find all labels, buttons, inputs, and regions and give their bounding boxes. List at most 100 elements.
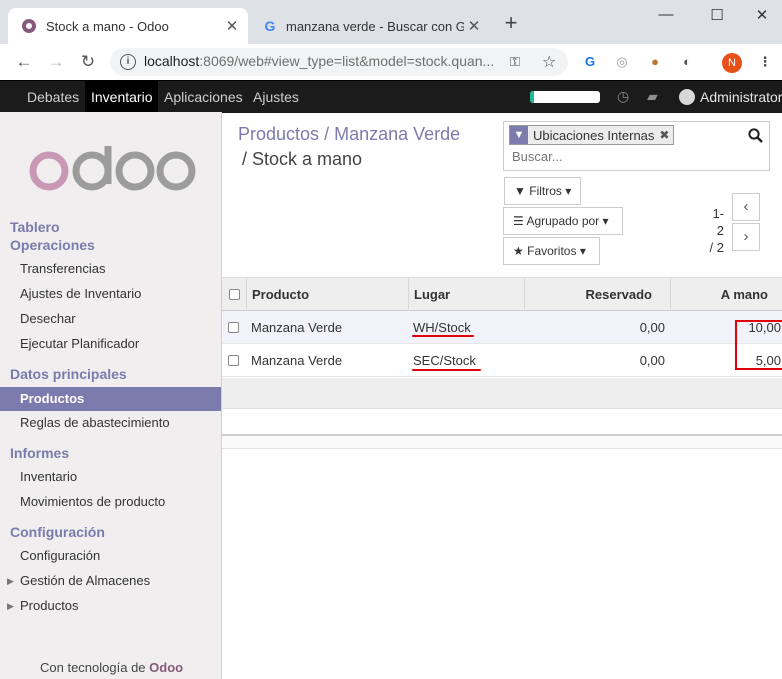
search-input[interactable] <box>510 148 734 165</box>
menu-debates[interactable]: Debates <box>21 81 85 113</box>
close-window-icon[interactable]: ✕ <box>742 6 782 24</box>
chrome-menu-icon[interactable]: ⋮ <box>755 52 775 72</box>
filters-button[interactable]: ▼ Filtros ▾ <box>504 177 582 205</box>
search-facet: ▼ Ubicaciones Internas ✖ <box>509 125 675 145</box>
tab-title: manzana verde - Buscar con Goo <box>286 18 464 34</box>
sidebar-item-configuracion[interactable]: Configuración <box>0 544 221 568</box>
site-info-icon[interactable]: i <box>120 54 136 70</box>
pager-range[interactable]: 1-2 <box>706 205 724 239</box>
breadcrumb-productos[interactable]: Productos <box>238 124 319 144</box>
sidebar-section-datos-principales: Datos principales <box>10 366 127 382</box>
column-header-a-mano[interactable]: A mano <box>672 278 768 311</box>
table-row[interactable]: Manzana Verde WH/Stock 0,00 10,00 <box>222 311 782 344</box>
sidebar-item-inventario[interactable]: Inventario <box>0 465 221 489</box>
back-arrow-icon[interactable]: ← <box>13 51 35 73</box>
menu-inventario[interactable]: Inventario <box>85 81 159 113</box>
sidebar-item-label: Productos <box>20 598 79 613</box>
facet-label: Ubicaciones Internas <box>533 127 655 143</box>
maximize-window-icon[interactable]: ☐ <box>697 6 737 24</box>
tab-title: Stock a mano - Odoo <box>46 18 169 34</box>
sidebar-item-productos-config[interactable]: ▶ Productos <box>0 594 221 618</box>
odoo-logo <box>29 146 196 191</box>
url-text: localhost:8069/web#view_type=list&model=… <box>144 53 494 69</box>
red-underline-annotation <box>412 335 474 337</box>
browser-toolbar: ← → ↻ i localhost:8069/web#view_type=lis… <box>0 44 782 81</box>
sidebar-section-configuracion: Configuración <box>10 524 105 540</box>
odoo-favicon-icon <box>22 19 36 33</box>
sidebar-section-informes: Informes <box>10 445 70 461</box>
groupby-button[interactable]: ☰ Agrupado por ▾ <box>503 207 623 235</box>
url-rest: :8069/web#view_type=list&model=stock.qua… <box>199 53 495 69</box>
groupby-label: Agrupado por <box>526 214 600 228</box>
google-favicon-icon: G <box>264 18 276 34</box>
column-header-reservado[interactable]: Reservado <box>532 278 652 311</box>
breadcrumb-separator: / <box>242 149 253 169</box>
row-checkbox[interactable] <box>228 355 239 366</box>
menu-ajustes[interactable]: Ajustes <box>247 81 305 113</box>
profile-avatar[interactable]: N <box>722 53 742 73</box>
translate-extension-icon[interactable]: G <box>580 52 600 72</box>
sidebar-item-ajustes-inventario[interactable]: Ajustes de Inventario <box>0 282 221 306</box>
row-checkbox[interactable] <box>228 322 239 333</box>
breadcrumb: Productos / Manzana Verde <box>238 124 460 145</box>
column-divider <box>408 278 409 311</box>
minimize-window-icon[interactable]: — <box>646 6 686 23</box>
sidebar-section-operaciones: Operaciones <box>10 237 95 253</box>
new-tab-button[interactable]: + <box>499 12 523 36</box>
sidebar-item-gestion-almacenes[interactable]: ▶ Gestión de Almacenes <box>0 569 221 593</box>
menu-aplicaciones[interactable]: Aplicaciones <box>158 81 249 113</box>
sidebar-item-transferencias[interactable]: Transferencias <box>0 257 221 281</box>
page-title: Stock a mano <box>252 149 363 169</box>
user-avatar[interactable] <box>679 89 695 105</box>
forward-arrow-icon[interactable]: → <box>45 51 67 73</box>
sidebar-item-reglas-abastecimiento[interactable]: Reglas de abastecimiento <box>0 411 221 435</box>
address-bar[interactable]: i localhost:8069/web#view_type=list&mode… <box>110 48 568 76</box>
pager-previous-button[interactable]: ‹ <box>732 193 760 221</box>
sidebar-item-ejecutar-planificador[interactable]: Ejecutar Planificador <box>0 332 221 356</box>
column-divider <box>670 278 671 311</box>
cookie-extension-icon[interactable]: ● <box>645 52 665 72</box>
search-box[interactable]: ▼ Ubicaciones Internas ✖ <box>503 121 770 171</box>
favorites-label: Favoritos <box>527 244 577 258</box>
column-divider <box>246 278 247 311</box>
table-row[interactable]: Manzana Verde SEC/Stock 0,00 5,00 <box>222 344 782 377</box>
remove-facet-icon[interactable]: ✖ <box>659 128 673 142</box>
filter-icon: ▼ <box>514 184 526 198</box>
messages-icon[interactable]: ▰ <box>647 88 658 105</box>
sidebar-item-movimientos-producto[interactable]: Movimientos de producto <box>0 490 221 514</box>
dropdown-caret-icon: ▾ <box>565 184 572 198</box>
column-header-lugar[interactable]: Lugar <box>414 278 450 311</box>
list-empty-row <box>222 378 782 409</box>
close-tab-icon[interactable]: ✕ <box>222 17 242 35</box>
breadcrumb-current: / Stock a mano <box>242 149 362 170</box>
search-icon[interactable] <box>748 128 763 147</box>
breadcrumb-manzana-verde[interactable]: Manzana Verde <box>334 124 460 144</box>
extension-dark-icon[interactable]: ◐ <box>677 52 697 72</box>
key-icon[interactable]: ⚿ <box>510 54 520 70</box>
activity-clock-icon[interactable]: ◷ <box>617 88 629 105</box>
list-header: Producto Lugar Reservado A mano <box>222 277 782 311</box>
powered-prefix: Con tecnología de <box>40 660 146 675</box>
powered-brand-link[interactable]: Odoo <box>149 660 183 675</box>
tab-stock-a-mano[interactable]: Stock a mano - Odoo ✕ <box>8 8 248 44</box>
column-header-producto[interactable]: Producto <box>252 278 309 311</box>
expand-caret-icon: ▶ <box>7 576 14 586</box>
pager-next-button[interactable]: › <box>732 223 760 251</box>
bookmark-star-icon[interactable]: ☆ <box>542 52 556 72</box>
sidebar-item-productos[interactable]: Productos <box>0 387 221 411</box>
favorites-button[interactable]: ★ Favoritos ▾ <box>503 237 600 265</box>
sidebar-item-desechar[interactable]: Desechar <box>0 307 221 331</box>
select-all-checkbox[interactable] <box>229 289 240 300</box>
filters-label: Filtros <box>529 184 562 198</box>
pager-value[interactable]: 1-2 / 2 <box>706 205 724 256</box>
extension-circle-icon[interactable]: ◎ <box>612 52 632 72</box>
reload-icon[interactable]: ↻ <box>77 51 99 73</box>
user-menu[interactable]: Administrator <box>700 81 782 113</box>
column-divider <box>524 278 525 311</box>
progress-fill <box>530 91 534 103</box>
sidebar-section-tablero[interactable]: Tablero <box>10 219 60 235</box>
breadcrumb-separator: / <box>324 124 335 144</box>
tab-google-search[interactable]: G manzana verde - Buscar con Goo ✕ <box>252 8 490 44</box>
close-tab-icon[interactable]: ✕ <box>464 17 484 35</box>
odoo-top-navbar: Debates Inventario Aplicaciones Ajustes … <box>0 80 782 113</box>
